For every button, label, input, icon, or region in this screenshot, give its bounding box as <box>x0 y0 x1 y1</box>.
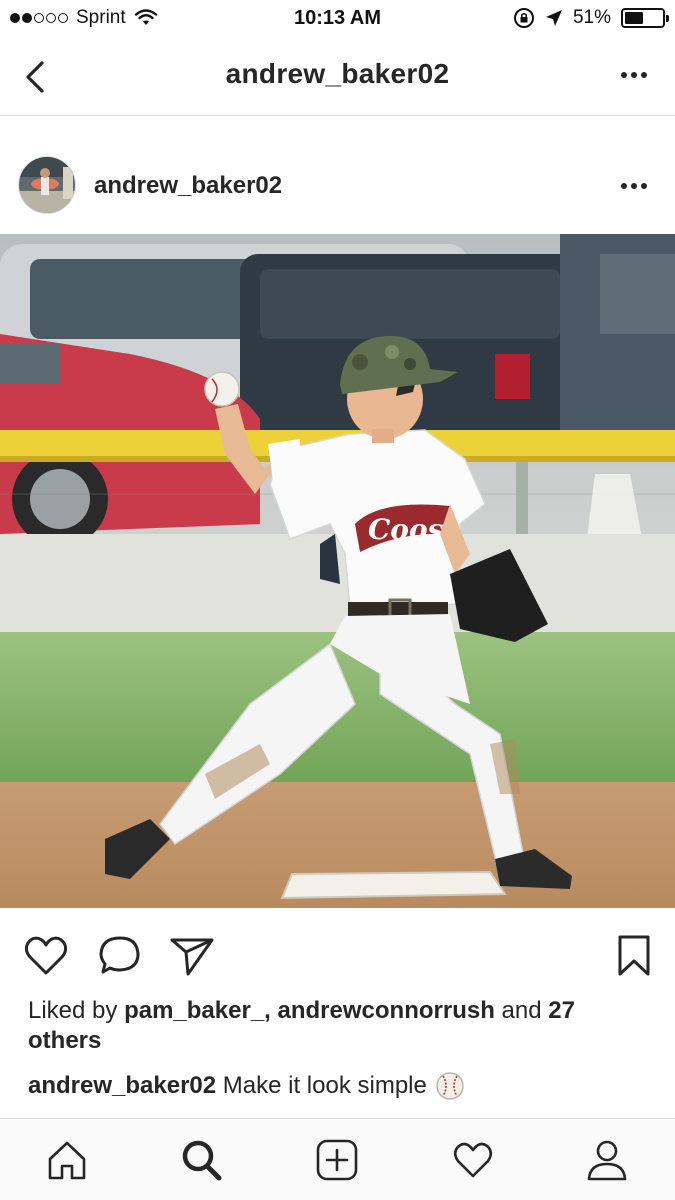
likes-prefix: Liked by <box>28 997 125 1024</box>
post-actions <box>0 908 675 994</box>
post-username[interactable]: andrew_baker02 <box>94 172 282 200</box>
post-caption: andrew_baker02 Make it look simple <box>28 1070 648 1102</box>
more-horizontal-icon[interactable] <box>619 176 649 196</box>
battery-icon <box>621 8 669 28</box>
status-bar: Sprint 10:13 AM 51% <box>0 0 675 38</box>
orientation-lock-icon <box>513 8 534 28</box>
baseball-icon <box>436 1072 464 1100</box>
liker-link-2[interactable]: andrewconnorrush <box>278 997 495 1024</box>
battery-level <box>625 12 644 24</box>
battery-percent: 51% <box>572 7 611 28</box>
bookmark-icon[interactable] <box>610 932 658 980</box>
post-photo[interactable]: Coosa <box>0 234 675 908</box>
profile-icon[interactable] <box>584 1137 630 1183</box>
avatar[interactable] <box>18 156 76 214</box>
post-header: andrew_baker02 <box>0 116 675 234</box>
location-arrow-icon <box>545 10 562 26</box>
caption-text: Make it look simple <box>222 1072 427 1099</box>
comment-icon[interactable] <box>96 932 144 980</box>
heart-icon[interactable] <box>22 932 70 980</box>
more-horizontal-icon[interactable] <box>619 65 649 85</box>
caption-username[interactable]: andrew_baker02 <box>28 1072 216 1099</box>
tab-bar <box>0 1118 675 1200</box>
status-right: 51% <box>513 7 669 29</box>
add-post-icon[interactable] <box>314 1137 360 1183</box>
nav-header: andrew_baker02 <box>0 38 675 116</box>
page-title: andrew_baker02 <box>225 58 450 89</box>
send-icon[interactable] <box>168 932 216 980</box>
search-icon[interactable] <box>178 1137 224 1183</box>
likes-middle: and <box>494 997 549 1024</box>
home-icon[interactable] <box>44 1137 90 1183</box>
likes-text: Liked by pam_baker_, andrewconnorrush an… <box>28 996 648 1056</box>
liker-link-1[interactable]: pam_baker_, <box>124 997 271 1024</box>
activity-heart-icon[interactable] <box>450 1137 496 1183</box>
